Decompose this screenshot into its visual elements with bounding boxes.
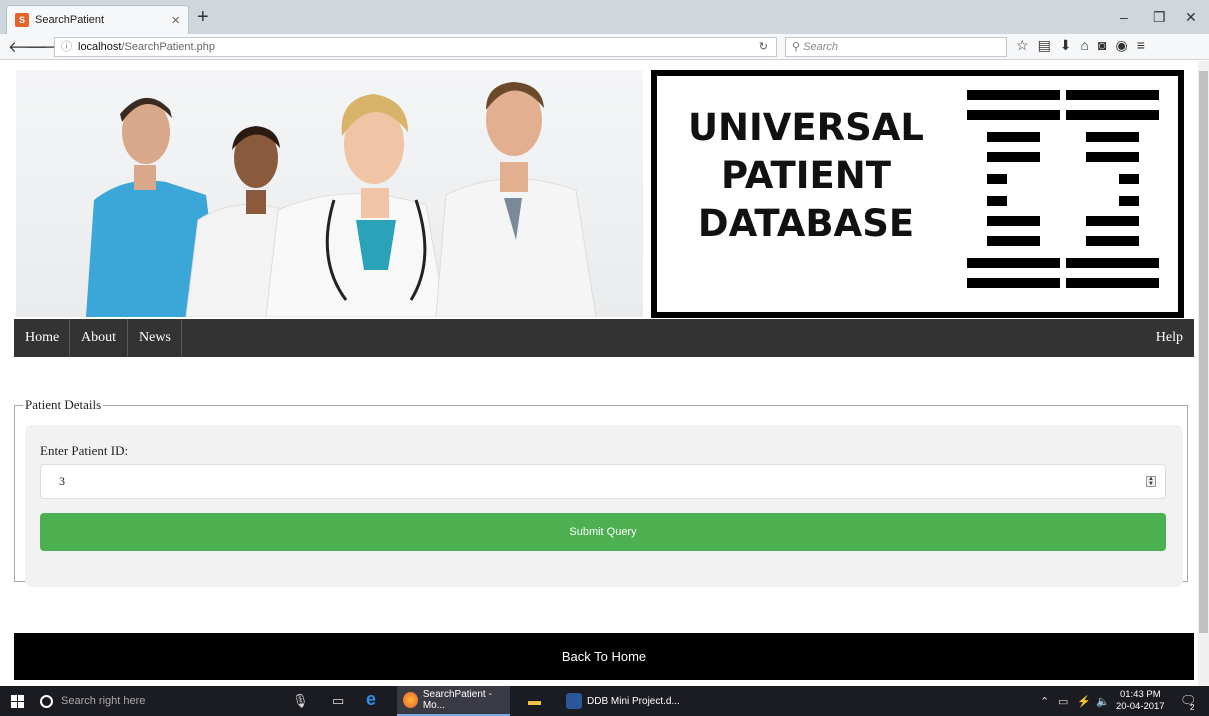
doctors-illustration: [86, 82, 597, 317]
search-icon: ⚲: [792, 41, 801, 53]
submit-query-button[interactable]: Submit Query: [40, 513, 1166, 551]
bookmark-star-icon[interactable]: ☆: [1016, 37, 1029, 54]
firefox-icon: [403, 692, 418, 708]
reading-list-icon[interactable]: ▤: [1038, 37, 1051, 54]
new-tab-icon[interactable]: +: [197, 6, 209, 28]
doctors-banner-image: [16, 70, 643, 317]
tab-title: SearchPatient: [35, 14, 105, 26]
reload-icon[interactable]: ↻: [759, 38, 768, 56]
notification-count: 2: [1190, 703, 1195, 712]
microphone-icon[interactable]: 🎙: [292, 693, 309, 709]
nav-news-link[interactable]: News: [128, 319, 182, 357]
taskbar-app-label: SearchPatient - Mo...: [422, 689, 492, 711]
nav-divider: [181, 319, 182, 357]
windows-taskbar: Search right here 🎙 ▭ e SearchPatient - …: [0, 686, 1209, 716]
patient-details-legend: Patient Details: [25, 397, 102, 412]
word-icon: [566, 693, 582, 709]
taskbar-clock[interactable]: 01:43 PM 20-04-2017: [1116, 689, 1165, 713]
tab-search-patient[interactable]: S SearchPatient ×: [6, 5, 189, 34]
site-favicon-icon: S: [15, 13, 29, 27]
page-viewport: UNIVERSAL PATIENT DATABASE Home About Ne…: [0, 61, 1198, 686]
home-icon[interactable]: ⌂: [1081, 37, 1089, 54]
clock-time: 01:43 PM: [1119, 689, 1161, 700]
toolbar-icons: ☆ ▤ ⬇ ⌂ ◙ ◉ ≡: [1016, 37, 1145, 54]
hamburger-menu-icon[interactable]: ≡: [1137, 37, 1145, 54]
tray-chevron-up-icon[interactable]: ⌃: [1040, 695, 1049, 708]
close-tab-icon[interactable]: ×: [171, 12, 180, 29]
download-icon[interactable]: ⬇: [1060, 37, 1072, 54]
browser-tab-strip: S SearchPatient × + – ❐ ✕: [0, 0, 1209, 34]
address-bar[interactable]: ⓘ localhost/SearchPatient.php ↻: [54, 37, 777, 57]
taskbar-search-placeholder: Search right here: [61, 695, 146, 707]
browser-nav-bar: 🡐 🡒 ⓘ localhost/SearchPatient.php ↻ ⚲ Sea…: [0, 34, 1209, 60]
patient-details-fieldset: Patient Details Enter Patient ID: 3 ▲ ▼ S…: [14, 397, 1188, 587]
page-scrollbar[interactable]: [1198, 61, 1209, 686]
battery-icon[interactable]: ▭: [1058, 695, 1068, 708]
browser-search-input[interactable]: ⚲ Search: [785, 37, 1007, 57]
network-icon[interactable]: ⚡: [1077, 695, 1091, 708]
clock-date: 20-04-2017: [1116, 701, 1165, 712]
window-close-icon[interactable]: ✕: [1185, 9, 1197, 26]
cortana-icon: [40, 694, 53, 708]
nav-about-link[interactable]: About: [70, 319, 127, 357]
taskbar-app-word[interactable]: DDB Mini Project.d...: [560, 686, 680, 716]
edge-browser-icon[interactable]: e: [366, 689, 376, 710]
nav-home-link[interactable]: Home: [14, 319, 70, 357]
volume-icon[interactable]: 🔈: [1096, 695, 1110, 708]
logo-line-3: DATABASE: [697, 202, 915, 245]
url-host: localhost: [78, 41, 122, 53]
number-spinner-icon[interactable]: ▲ ▼: [1146, 476, 1156, 487]
scrollbar-thumb[interactable]: [1199, 71, 1208, 633]
taskbar-search-box[interactable]: Search right here: [40, 686, 310, 716]
taskbar-app-firefox[interactable]: SearchPatient - Mo...: [397, 686, 510, 716]
task-view-icon[interactable]: ▭: [332, 693, 344, 709]
nav-help-link[interactable]: Help: [1145, 319, 1194, 357]
back-to-home-button[interactable]: Back To Home: [14, 633, 1194, 680]
restore-icon[interactable]: ❐: [1153, 9, 1166, 26]
url-path: /SearchPatient.php: [121, 41, 215, 53]
info-icon: ⓘ: [61, 41, 72, 53]
logo-line-1: UNIVERSAL: [687, 106, 925, 149]
logo-text: UNIVERSAL PATIENT DATABASE: [681, 104, 931, 248]
logo-line-2: PATIENT: [721, 154, 891, 197]
minimize-icon[interactable]: –: [1120, 9, 1128, 25]
taskbar-app-label: DDB Mini Project.d...: [587, 695, 680, 707]
pocket-icon[interactable]: ◙: [1098, 37, 1106, 54]
patient-id-label: Enter Patient ID:: [40, 443, 129, 458]
patient-id-input[interactable]: 3 ▲ ▼: [40, 464, 1166, 499]
extension-icon[interactable]: ◉: [1115, 37, 1127, 54]
windows-start-icon[interactable]: [11, 695, 24, 708]
file-explorer-icon[interactable]: ▬: [528, 693, 541, 708]
patient-id-value: 3: [59, 474, 65, 488]
main-navigation-menu: Home About News Help: [14, 319, 1194, 357]
browser-search-placeholder: Search: [803, 41, 838, 53]
search-form-panel: Enter Patient ID: 3 ▲ ▼ Submit Query: [25, 425, 1183, 587]
universal-patient-database-logo: UNIVERSAL PATIENT DATABASE: [651, 70, 1184, 318]
